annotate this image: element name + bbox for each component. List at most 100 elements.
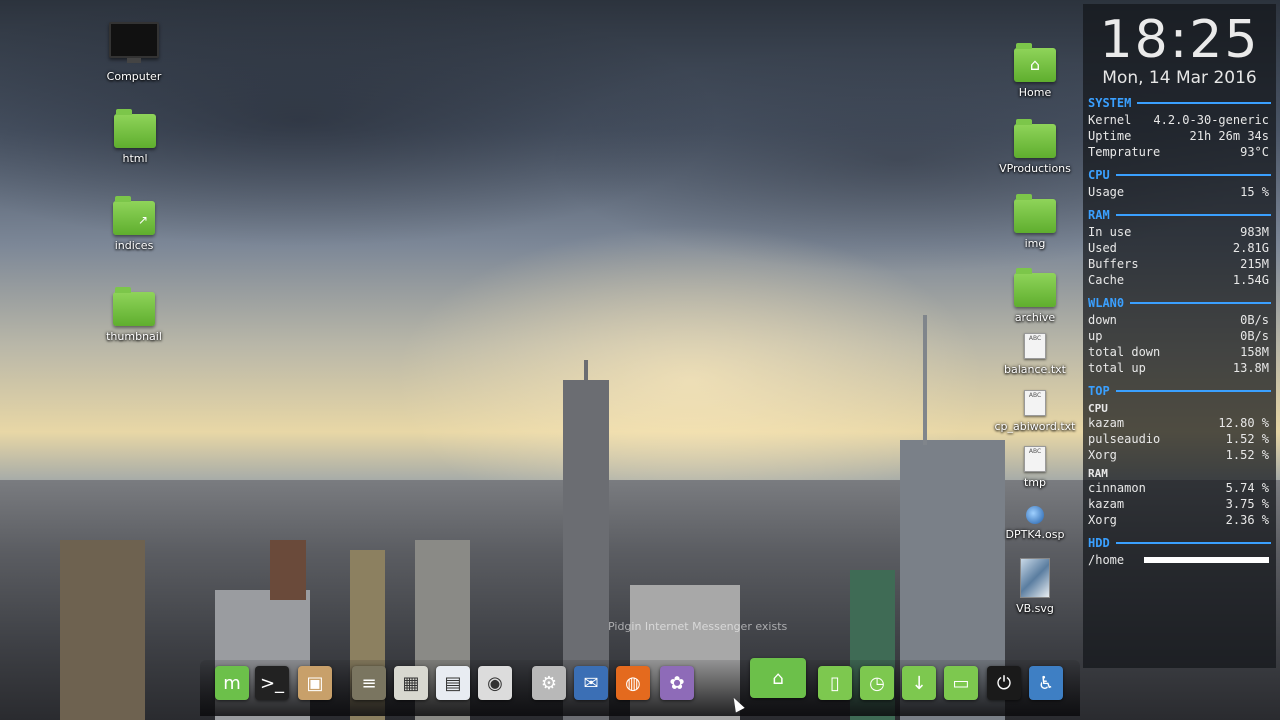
hdd-usage-bar	[1144, 557, 1269, 563]
stat-row: Usage 15 %	[1088, 184, 1269, 200]
process-row: kazam 12.80 %	[1088, 415, 1269, 431]
stat-value: 1.54G	[1232, 273, 1269, 287]
stat-value: 0B/s	[1240, 329, 1269, 343]
desktop-icon-label: indices	[114, 239, 154, 252]
desktop-icon-computer[interactable]: Computer	[89, 22, 179, 83]
desktop-icon-balance-txt[interactable]: ABC balance.txt	[990, 333, 1080, 376]
stat-row: Used 2.81G	[1088, 240, 1269, 256]
desktop-icon-tmp[interactable]: ABC tmp	[990, 446, 1080, 489]
desktop-icon-label: Computer	[106, 70, 162, 83]
desktop-icon-cp-abiword-txt[interactable]: ABC cp_abiword.txt	[990, 390, 1080, 433]
desktop-icon-label: DPTK4.osp	[1005, 528, 1065, 541]
process-row: Xorg 1.52 %	[1088, 447, 1269, 463]
top-ram-label: RAM	[1088, 467, 1108, 480]
section-title: TOP	[1088, 384, 1110, 398]
thunderbird-icon[interactable]: ✉	[574, 666, 608, 700]
stat-row: Kernel 4.2.0-30-generic	[1088, 112, 1269, 128]
desktop-icon-img[interactable]: img	[990, 194, 1080, 250]
clock-time: 18:25	[1099, 10, 1260, 70]
scanner-icon[interactable]: ≡	[352, 666, 386, 700]
process-row: Xorg 2.36 %	[1088, 512, 1269, 528]
stat-key: up	[1088, 329, 1103, 343]
hdd-mount: /home	[1088, 553, 1125, 567]
stat-key: Used	[1088, 241, 1117, 255]
desktop-icon-label: thumbnail	[106, 330, 162, 343]
stat-key: down	[1088, 313, 1117, 327]
section-hdd: HDD	[1088, 536, 1271, 550]
downloads-folder-icon[interactable]: ↓	[902, 666, 936, 700]
stat-key: Kernel	[1088, 113, 1132, 127]
stat-key: Buffers	[1088, 257, 1139, 271]
mint-menu-icon[interactable]: m	[215, 666, 249, 700]
home-folder-icon: ⌂	[1014, 43, 1056, 82]
stat-key: Uptime	[1088, 129, 1132, 143]
firefox-icon[interactable]: ◍	[616, 666, 650, 700]
desktop-icon-label: VB.svg	[1016, 602, 1054, 615]
process-value: 1.52 %	[1225, 432, 1269, 446]
text-file-icon: ABC	[1024, 446, 1046, 472]
stat-value: 15 %	[1240, 185, 1269, 199]
desktop-icon-dptk4-osp[interactable]: DPTK4.osp	[990, 506, 1080, 541]
desktop-icon-indices[interactable]: ↗ indices	[89, 196, 179, 252]
folder-icon	[1014, 194, 1056, 233]
section-ram: RAM	[1088, 208, 1271, 222]
stat-value: 13.8M	[1232, 361, 1269, 375]
desktop-icon-label: balance.txt	[1004, 363, 1066, 376]
hdd-row: /home	[1088, 552, 1269, 568]
desktop-icon-label: img	[1024, 237, 1046, 250]
stat-value: 93°C	[1240, 145, 1269, 159]
text-file-icon: ABC	[1024, 390, 1046, 416]
stat-value: 21h 26m 34s	[1189, 129, 1269, 143]
section-title: WLAN0	[1088, 296, 1125, 310]
desktop-icon-home[interactable]: ⌂ Home	[990, 43, 1080, 99]
dock-tooltip: Pidgin Internet Messenger exists	[608, 620, 788, 633]
desktop-icon-label: cp_abiword.txt	[994, 420, 1076, 433]
stat-row: total up 13.8M	[1088, 360, 1269, 376]
stat-row: Buffers 215M	[1088, 256, 1269, 272]
desktop-icon-html[interactable]: html	[90, 109, 180, 165]
process-name: cinnamon	[1088, 481, 1146, 495]
home-folder-icon[interactable]: ⌂	[750, 658, 806, 698]
stat-row: down 0B/s	[1088, 312, 1269, 328]
process-name: Xorg	[1088, 513, 1117, 527]
process-name: kazam	[1088, 497, 1125, 511]
desktop-icon-label: VProductions	[999, 162, 1071, 175]
terminal-icon[interactable]: >_	[255, 666, 289, 700]
section-cpu: CPU	[1088, 168, 1271, 182]
recent-folder-icon[interactable]: ◷	[860, 666, 894, 700]
folder-icon	[1014, 119, 1056, 158]
section-title: RAM	[1088, 208, 1110, 222]
shutdown-icon[interactable]: ⏻	[987, 666, 1021, 700]
desktop-icon-archive[interactable]: archive	[990, 268, 1080, 324]
section-title: CPU	[1088, 168, 1110, 182]
process-name: kazam	[1088, 416, 1125, 430]
folder-icon	[1014, 268, 1056, 307]
document-viewer-icon[interactable]: ▤	[436, 666, 470, 700]
stat-row: Temprature 93°C	[1088, 144, 1269, 160]
documents-folder-icon[interactable]: ▯	[818, 666, 852, 700]
process-value: 2.36 %	[1225, 513, 1269, 527]
process-value: 3.75 %	[1225, 497, 1269, 511]
desktop-icon-vproductions[interactable]: VProductions	[990, 119, 1080, 175]
stat-key: Usage	[1088, 185, 1125, 199]
stat-row: Uptime 21h 26m 34s	[1088, 128, 1269, 144]
cd-burner-icon[interactable]: ◉	[478, 666, 512, 700]
folder-link-icon: ↗	[113, 196, 155, 235]
calculator-icon[interactable]: ▦	[394, 666, 428, 700]
osp-file-icon	[1026, 506, 1044, 524]
process-value: 5.74 %	[1225, 481, 1269, 495]
desktop-folder-icon[interactable]: ▭	[944, 666, 978, 700]
archive-manager-icon[interactable]: ▣	[298, 666, 332, 700]
desktop-icon-vb-svg[interactable]: VB.svg	[990, 558, 1080, 615]
section-system: SYSTEM	[1088, 96, 1271, 110]
stat-row: In use 983M	[1088, 224, 1269, 240]
process-row: cinnamon 5.74 %	[1088, 480, 1269, 496]
desktop-icon-label: archive	[1014, 311, 1056, 324]
desktop-icon-thumbnail[interactable]: thumbnail	[89, 287, 179, 343]
system-tools-icon[interactable]: ⚙	[532, 666, 566, 700]
conky-system-monitor: 18:25 Mon, 14 Mar 2016 SYSTEM Kernel 4.2.…	[1083, 4, 1276, 668]
stat-key: Temprature	[1088, 145, 1161, 159]
pidgin-icon[interactable]: ✿	[660, 666, 694, 700]
desktop-icon-label: Home	[1018, 86, 1052, 99]
accessibility-icon[interactable]: ♿	[1029, 666, 1063, 700]
